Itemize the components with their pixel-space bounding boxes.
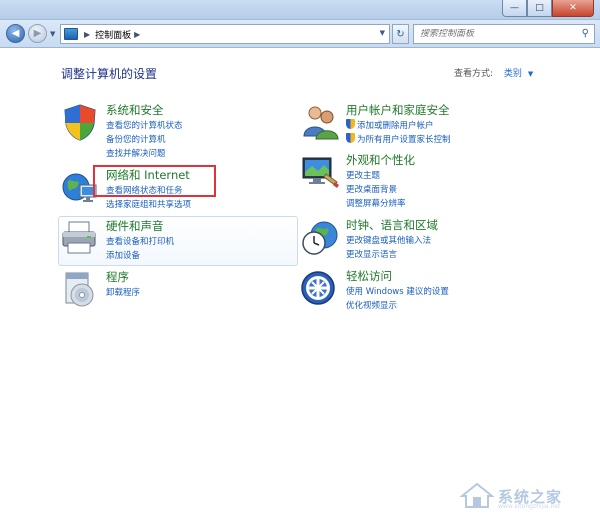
forward-button[interactable]: ▶ bbox=[28, 24, 47, 43]
link-uninstall-program[interactable]: 卸载程序 bbox=[106, 286, 140, 300]
link-change-display-language[interactable]: 更改显示语言 bbox=[346, 248, 431, 262]
link-adjust-resolution[interactable]: 调整屏幕分辨率 bbox=[346, 197, 406, 211]
clock-globe-icon bbox=[302, 221, 338, 255]
highlight-annotation-box bbox=[93, 165, 216, 197]
view-by: 查看方式: 类别 ▼ bbox=[454, 66, 533, 79]
link-change-desktop-background[interactable]: 更改桌面背景 bbox=[346, 183, 406, 197]
address-dropdown-icon[interactable]: ▼ bbox=[380, 29, 385, 37]
category-title[interactable]: 硬件和声音 bbox=[106, 218, 164, 234]
category-title[interactable]: 用户帐户和家庭安全 bbox=[346, 102, 450, 118]
monitor-paint-icon bbox=[302, 157, 339, 188]
search-input[interactable] bbox=[414, 29, 574, 39]
ease-of-access-icon bbox=[301, 271, 335, 305]
refresh-button[interactable]: ↻ bbox=[392, 24, 409, 44]
link-windows-recommended-settings[interactable]: 使用 Windows 建议的设置 bbox=[346, 285, 449, 299]
category-title[interactable]: 程序 bbox=[106, 269, 129, 285]
category-title[interactable]: 系统和安全 bbox=[106, 102, 164, 118]
category-title[interactable]: 时钟、语言和区域 bbox=[346, 217, 438, 233]
view-by-label: 查看方式: bbox=[454, 69, 494, 79]
link-optimize-video-display[interactable]: 优化视频显示 bbox=[346, 299, 449, 313]
search-icon[interactable]: ⚲ bbox=[582, 28, 589, 39]
navigation-bar: ◀ ▶ ▼ ▶ 控制面板 ▶ ▼ ↻ ⚲ bbox=[0, 20, 600, 48]
caption-buttons: — □ ✕ bbox=[502, 0, 594, 18]
category-title[interactable]: 轻松访问 bbox=[346, 268, 392, 284]
view-by-value[interactable]: 类别 bbox=[504, 69, 522, 79]
link-change-theme[interactable]: 更改主题 bbox=[346, 169, 406, 183]
recent-pages-dropdown[interactable]: ▼ bbox=[50, 30, 55, 38]
link-backup-computer[interactable]: 备份您的计算机 bbox=[106, 133, 183, 147]
link-change-keyboard-input[interactable]: 更改键盘或其他输入法 bbox=[346, 234, 431, 248]
page-title: 调整计算机的设置 bbox=[61, 67, 158, 81]
house-logo-icon bbox=[460, 482, 494, 508]
link-parental-controls[interactable]: 为所有用户设置家长控制 bbox=[346, 133, 451, 147]
programs-icon bbox=[65, 272, 94, 307]
view-by-dropdown-icon[interactable]: ▼ bbox=[528, 70, 533, 78]
address-bar[interactable]: ▶ 控制面板 ▶ ▼ bbox=[60, 24, 390, 44]
search-box[interactable]: ⚲ bbox=[413, 24, 595, 44]
category-title[interactable]: 外观和个性化 bbox=[346, 152, 415, 168]
users-icon bbox=[303, 106, 339, 140]
maximize-button[interactable]: □ bbox=[527, 0, 552, 17]
uac-shield-icon bbox=[346, 119, 355, 129]
control-panel-icon bbox=[64, 28, 78, 40]
breadcrumb-chevron-icon[interactable]: ▶ bbox=[134, 30, 140, 39]
breadcrumb-separator-icon[interactable]: ▶ bbox=[84, 30, 90, 39]
link-add-remove-accounts[interactable]: 添加或删除用户帐户 bbox=[346, 119, 451, 133]
uac-shield-icon bbox=[346, 133, 355, 143]
breadcrumb-control-panel[interactable]: 控制面板 bbox=[95, 28, 131, 41]
link-view-devices-printers[interactable]: 查看设备和打印机 bbox=[106, 235, 174, 249]
link-add-device[interactable]: 添加设备 bbox=[106, 249, 174, 263]
back-button[interactable]: ◀ bbox=[6, 24, 25, 43]
watermark-url: www.xitongzhijia.net bbox=[498, 503, 561, 510]
shield-icon bbox=[64, 104, 96, 141]
link-find-fix-problems[interactable]: 查找并解决问题 bbox=[106, 147, 183, 161]
link-view-computer-status[interactable]: 查看您的计算机状态 bbox=[106, 119, 183, 133]
printer-icon bbox=[62, 221, 96, 254]
link-homegroup-sharing[interactable]: 选择家庭组和共享选项 bbox=[106, 198, 191, 212]
watermark: 系统之家 www.xitongzhijia.net bbox=[440, 480, 595, 510]
title-bar: — □ ✕ bbox=[0, 0, 600, 20]
close-button[interactable]: ✕ bbox=[552, 0, 594, 17]
minimize-button[interactable]: — bbox=[502, 0, 527, 17]
